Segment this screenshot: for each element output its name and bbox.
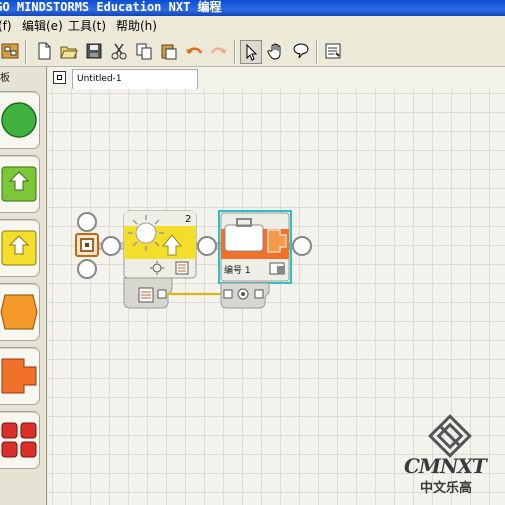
green-arrow-icon bbox=[1, 166, 37, 202]
title-bar: EGO MINDSTORMS Education NXT 编程 bbox=[0, 0, 505, 16]
orange-puzzle-icon bbox=[1, 358, 37, 394]
palette-action-blocks[interactable] bbox=[0, 155, 40, 213]
red-grid-icon bbox=[1, 422, 37, 458]
redo-icon[interactable] bbox=[209, 40, 229, 62]
palette-advanced-blocks[interactable] bbox=[0, 411, 40, 469]
paste-icon[interactable] bbox=[159, 40, 179, 62]
undo-icon[interactable] bbox=[184, 40, 204, 62]
palette-flow-blocks[interactable] bbox=[0, 283, 40, 341]
palette-sensor-blocks[interactable] bbox=[0, 219, 40, 277]
green-circle-icon bbox=[1, 102, 37, 138]
tab-untitled-1[interactable]: Untitled-1 bbox=[72, 69, 198, 89]
light-sensor-data-hub[interactable] bbox=[123, 277, 173, 309]
grid-toggle-icon[interactable] bbox=[0, 40, 20, 62]
toolbar-separator bbox=[25, 40, 27, 64]
data-list-icon bbox=[175, 261, 189, 275]
palette-data-blocks[interactable] bbox=[0, 347, 40, 405]
menu-bar: (f) 编辑(e) 工具(t) 帮助(h) bbox=[0, 16, 505, 36]
palette-common-blocks[interactable] bbox=[0, 91, 40, 149]
window-title: EGO MINDSTORMS Education NXT 编程 bbox=[0, 0, 222, 14]
pointer-tool-icon[interactable] bbox=[240, 40, 262, 64]
menu-help[interactable]: 帮助(h) bbox=[116, 16, 157, 36]
file-access-block[interactable]: 编号 1 bbox=[218, 210, 292, 284]
toolbar-separator bbox=[316, 40, 318, 64]
beam-connector bbox=[101, 236, 121, 256]
custom-palette-icon[interactable] bbox=[323, 40, 343, 62]
open-folder-icon[interactable] bbox=[59, 40, 79, 62]
cut-icon[interactable] bbox=[109, 40, 129, 62]
gear-data-icon bbox=[237, 288, 249, 300]
output-plug[interactable] bbox=[254, 289, 264, 299]
comment-tool-icon[interactable] bbox=[291, 40, 311, 62]
document-tab-strip: Untitled-1 bbox=[48, 67, 505, 90]
sensor-port-number: 2 bbox=[185, 214, 191, 225]
light-sensor-block[interactable]: 2 bbox=[123, 210, 197, 279]
palette-title: 板 bbox=[0, 73, 10, 84]
watermark-logo-text: CMNXT bbox=[404, 454, 487, 478]
watermark-subtitle: 中文乐高 bbox=[420, 481, 473, 496]
menu-file-partial[interactable]: (f) bbox=[0, 16, 12, 36]
beam-connector bbox=[197, 236, 217, 256]
beam-connector bbox=[292, 236, 312, 256]
menu-tools[interactable]: 工具(t) bbox=[68, 16, 106, 36]
save-icon[interactable] bbox=[84, 40, 104, 62]
yellow-arrow-icon bbox=[1, 230, 37, 266]
input-plug[interactable] bbox=[223, 289, 233, 299]
file-name-label: 编号 1 bbox=[224, 264, 251, 276]
output-plug[interactable] bbox=[157, 289, 167, 299]
block-palette: 板 bbox=[0, 67, 47, 505]
file-access-data-hub[interactable] bbox=[220, 282, 270, 309]
program-document-icon bbox=[53, 71, 66, 84]
pan-hand-icon[interactable] bbox=[266, 40, 286, 62]
copy-icon[interactable] bbox=[134, 40, 154, 62]
new-file-icon[interactable] bbox=[34, 40, 54, 62]
orange-hexagon-icon bbox=[0, 294, 38, 330]
menu-edit[interactable]: 编辑(e) bbox=[22, 16, 63, 36]
start-point[interactable] bbox=[75, 212, 99, 279]
toolbar-separator bbox=[234, 40, 236, 64]
toolbar bbox=[0, 36, 505, 67]
